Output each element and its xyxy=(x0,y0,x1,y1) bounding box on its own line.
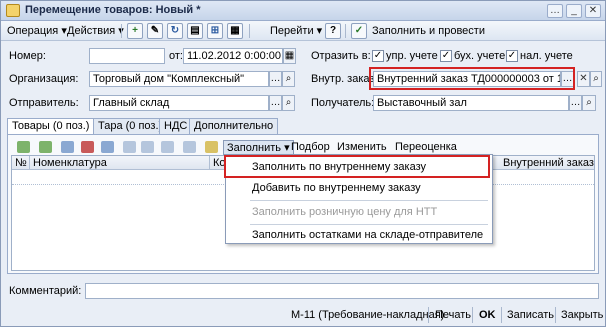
structure-icon[interactable]: ⊞ xyxy=(207,23,223,39)
date-field[interactable]: 11.02.2012 0:00:00 xyxy=(183,48,283,64)
calendar-icon[interactable]: ▦ xyxy=(283,48,296,64)
menu-dropdown-icon[interactable]: … xyxy=(547,4,563,18)
main-toolbar: Операция ▾ Действия ▾ + ✎ ↻ ▤ ⊞ ▦ Перейт… xyxy=(1,21,605,41)
copy-row-icon[interactable] xyxy=(39,141,52,153)
document-icon xyxy=(6,4,20,17)
post-icon[interactable]: ▤ xyxy=(187,23,203,39)
footer-separator xyxy=(555,307,556,323)
m11-print-form-button[interactable]: М-11 (Требование-накладная) xyxy=(287,307,448,323)
close-window-button[interactable]: Закрыть xyxy=(557,307,606,323)
footer-separator xyxy=(428,307,429,323)
date-label: от: xyxy=(169,50,183,62)
move-up-icon[interactable] xyxy=(123,141,136,153)
add-icon[interactable]: + xyxy=(127,23,143,39)
minimize-button[interactable]: _ xyxy=(566,4,582,18)
internal-order-label: Внутр. заказ: xyxy=(311,73,378,85)
edit-row-icon[interactable] xyxy=(61,141,74,153)
menu-separator xyxy=(250,200,488,201)
tab-vat[interactable]: НДС xyxy=(159,118,193,134)
tab-additional[interactable]: Дополнительно xyxy=(189,118,279,134)
bookkeeping-label: бух. учете xyxy=(454,50,506,62)
barcode-icon[interactable] xyxy=(205,141,218,153)
title-bar: Перемещение товаров: Новый * … _ ✕ xyxy=(1,1,605,21)
toolbar-separator xyxy=(345,24,346,38)
organization-open-icon[interactable]: ⌕ xyxy=(282,71,295,87)
help-button[interactable]: ? xyxy=(325,23,341,39)
sort-desc-icon[interactable] xyxy=(183,141,196,153)
receiver-field[interactable]: Выставочный зал xyxy=(373,95,569,111)
menu-item-fill-retail-price: Заполнить розничную цену для НТТ xyxy=(252,206,438,218)
goto-menu[interactable]: Перейти ▾ xyxy=(267,23,325,39)
organization-label: Организация: xyxy=(9,73,79,85)
internal-order-open-icon[interactable]: ⌕ xyxy=(590,71,602,87)
tax-accounting-label: нал. учете xyxy=(520,50,573,62)
receiver-label: Получатель: xyxy=(311,97,375,109)
internal-order-highlight xyxy=(369,67,575,90)
change-button[interactable]: Изменить xyxy=(337,140,387,155)
sender-label: Отправитель: xyxy=(9,97,79,109)
sender-select-button[interactable]: … xyxy=(269,95,282,111)
sort-asc-icon[interactable] xyxy=(161,141,174,153)
edit-icon[interactable]: ✎ xyxy=(147,23,163,39)
organization-field[interactable]: Торговый дом "Комплексный" xyxy=(89,71,269,87)
tab-packaging[interactable]: Тара (0 поз.) xyxy=(93,118,168,134)
add-row-icon[interactable] xyxy=(17,141,30,153)
comment-label: Комментарий: xyxy=(9,285,82,297)
number-label: Номер: xyxy=(9,50,46,62)
selection-button[interactable]: Подбор xyxy=(291,140,330,155)
footer-separator xyxy=(501,307,502,323)
move-down-icon[interactable] xyxy=(141,141,154,153)
menu-item-add-by-internal-order[interactable]: Добавить по внутреннему заказу xyxy=(226,178,492,198)
end-edit-icon[interactable] xyxy=(101,141,114,153)
mgmt-accounting-label: упр. учете xyxy=(386,50,438,62)
menu-item-fill-by-sender-stock[interactable]: Заполнить остатками на складе-отправител… xyxy=(226,225,492,245)
organization-select-button[interactable]: … xyxy=(269,71,282,87)
actions-menu[interactable]: Действия ▾ xyxy=(64,23,127,39)
report-icon[interactable]: ▦ xyxy=(227,23,243,39)
toolbar-separator xyxy=(249,24,250,38)
footer-separator xyxy=(472,307,473,323)
ok-button[interactable]: OK xyxy=(475,307,500,323)
document-window: Перемещение товаров: Новый * … _ ✕ Опера… xyxy=(0,0,606,327)
tab-goods[interactable]: Товары (0 поз.) xyxy=(7,118,95,135)
toolbar-separator xyxy=(121,24,122,38)
save-button[interactable]: Записать xyxy=(503,307,558,323)
sender-field[interactable]: Главный склад xyxy=(89,95,269,111)
mgmt-accounting-checkbox[interactable]: ✓ xyxy=(372,50,384,62)
fill-dropdown-button[interactable]: Заполнить ▾ xyxy=(223,140,294,155)
fill-and-post-button[interactable]: Заполнить и провести xyxy=(369,23,488,39)
print-button[interactable]: Печать xyxy=(431,307,475,323)
column-header-number[interactable]: № xyxy=(12,156,30,170)
refresh-icon[interactable]: ↻ xyxy=(167,23,183,39)
bookkeeping-checkbox[interactable]: ✓ xyxy=(440,50,452,62)
menu-item-highlight xyxy=(224,155,490,178)
number-field[interactable] xyxy=(89,48,165,64)
reprice-button[interactable]: Переоценка xyxy=(395,140,457,155)
sender-open-icon[interactable]: ⌕ xyxy=(282,95,295,111)
column-header-nomenclature[interactable]: Номенклатура xyxy=(30,156,210,170)
comment-field[interactable] xyxy=(85,283,599,299)
window-title: Перемещение товаров: Новый * xyxy=(25,4,201,16)
reflect-label: Отразить в: xyxy=(311,50,371,62)
tax-accounting-checkbox[interactable]: ✓ xyxy=(506,50,518,62)
column-header-internal-order[interactable]: Внутренний заказ xyxy=(500,156,594,170)
close-button[interactable]: ✕ xyxy=(585,4,601,18)
delete-row-icon[interactable] xyxy=(81,141,94,153)
receiver-select-button[interactable]: … xyxy=(569,95,582,111)
receiver-open-icon[interactable]: ⌕ xyxy=(582,95,596,111)
operation-menu[interactable]: Операция ▾ xyxy=(4,23,70,39)
fill-post-icon[interactable]: ✓ xyxy=(351,23,367,39)
clear-icon[interactable]: ✕ xyxy=(577,71,590,87)
